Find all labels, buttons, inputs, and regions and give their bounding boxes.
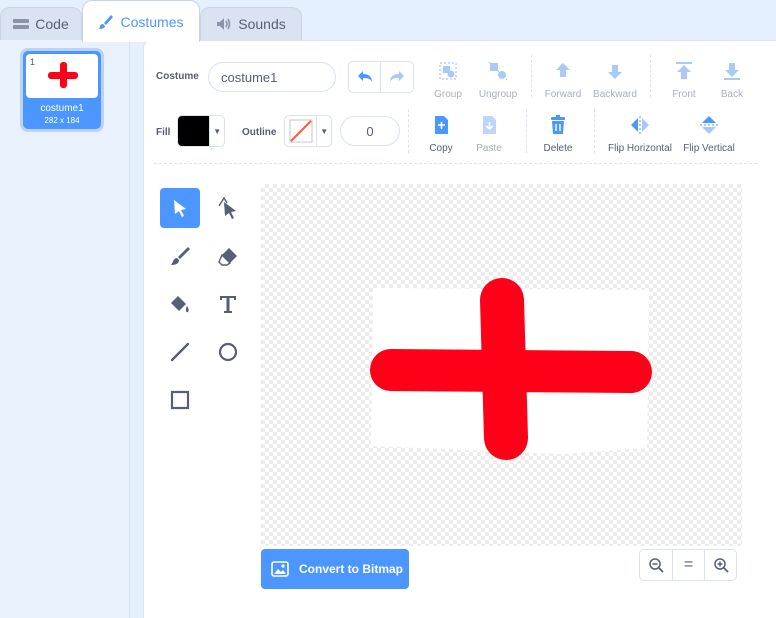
chevron-down-icon: ▼ xyxy=(316,116,331,146)
flip-horizontal-label: Flip Horizontal xyxy=(608,143,672,154)
divider xyxy=(594,109,595,153)
line-icon xyxy=(170,342,190,362)
divider xyxy=(650,55,651,97)
zoom-out-button[interactable] xyxy=(640,550,672,580)
tab-costumes-label: Costumes xyxy=(120,13,184,30)
group-icon xyxy=(436,59,460,83)
select-icon xyxy=(174,200,186,217)
flip-vertical-icon xyxy=(697,113,721,137)
flip-vertical-label: Flip Vertical xyxy=(683,143,735,154)
costume-label: Costume xyxy=(156,71,199,82)
rectangle-icon xyxy=(170,390,190,410)
tab-costumes[interactable]: Costumes xyxy=(82,0,200,42)
delete-button[interactable]: Delete xyxy=(526,113,590,154)
tab-sounds[interactable]: Sounds xyxy=(200,7,302,40)
brush-icon xyxy=(171,247,190,265)
toolbar-divider xyxy=(154,163,757,164)
zoom-reset-label: = xyxy=(683,556,694,573)
backward-icon xyxy=(603,59,627,83)
trash-icon xyxy=(546,113,570,137)
outline-color-picker[interactable]: ▼ xyxy=(284,115,332,147)
convert-to-bitmap-label: Convert to Bitmap xyxy=(299,562,404,576)
chevron-down-icon: ▼ xyxy=(209,116,224,146)
convert-to-bitmap-button[interactable]: Convert to Bitmap xyxy=(261,549,409,589)
brush-tab-icon xyxy=(99,14,114,29)
back-icon xyxy=(720,59,744,83)
tab-code[interactable]: Code xyxy=(0,7,82,40)
redo-icon xyxy=(390,71,404,82)
ungroup-button[interactable]: Ungroup xyxy=(466,59,530,100)
circle-icon xyxy=(218,342,238,362)
ungroup-icon xyxy=(486,59,510,83)
no-color-icon xyxy=(289,119,313,143)
tab-code-label: Code xyxy=(35,16,69,32)
brush-tool[interactable] xyxy=(160,236,200,276)
eraser-icon xyxy=(218,248,237,266)
costume-size-label: 282 x 184 xyxy=(44,116,80,125)
back-button[interactable]: Back xyxy=(700,59,764,100)
drawing-canvas[interactable] xyxy=(261,184,742,546)
forward-label: Forward xyxy=(544,89,582,100)
text-icon xyxy=(220,296,236,313)
costume-thumbnail[interactable]: 1 costume1 282 x 184 xyxy=(20,48,104,132)
costume-drawing xyxy=(370,278,652,460)
text-tool[interactable] xyxy=(208,284,248,324)
tab-bar: Code Costumes Sounds xyxy=(0,0,776,42)
outline-label: Outline xyxy=(242,127,277,138)
paste-label: Paste xyxy=(476,143,502,154)
rectangle-tool[interactable] xyxy=(160,380,200,420)
fill-icon xyxy=(171,296,189,313)
flip-horizontal-icon xyxy=(628,113,652,137)
speaker-icon xyxy=(217,18,231,30)
image-icon xyxy=(271,561,289,577)
backward-label: Backward xyxy=(593,89,637,100)
flip-horizontal-button[interactable]: Flip Horizontal xyxy=(605,113,675,154)
flip-vertical-button[interactable]: Flip Vertical xyxy=(677,113,741,154)
zoom-in-button[interactable] xyxy=(704,550,736,580)
zoom-in-icon xyxy=(713,558,729,573)
paint-editor: Costume costume1 Group Ungroup Forward B xyxy=(143,40,776,618)
select-tool[interactable] xyxy=(160,188,200,228)
fill-tool[interactable] xyxy=(160,284,200,324)
costume-name-input[interactable]: costume1 xyxy=(208,62,336,92)
front-label: Front xyxy=(672,89,696,100)
redo-button[interactable] xyxy=(381,62,413,92)
outline-width-input[interactable]: 0 xyxy=(340,116,400,146)
paste-icon xyxy=(477,113,501,137)
eraser-tool[interactable] xyxy=(208,236,248,276)
ungroup-label: Ungroup xyxy=(478,89,518,100)
undo-button[interactable] xyxy=(349,62,382,92)
fill-label: Fill xyxy=(156,127,171,138)
delete-label: Delete xyxy=(543,143,573,154)
undo-redo-group xyxy=(348,61,414,93)
paste-button[interactable]: Paste xyxy=(457,113,521,154)
front-icon xyxy=(672,59,696,83)
forward-icon xyxy=(551,59,575,83)
group-label: Group xyxy=(434,89,462,100)
zoom-out-icon xyxy=(649,558,664,573)
zoom-reset-button[interactable]: = xyxy=(671,550,704,580)
outline-swatch xyxy=(285,116,316,146)
costume-name-label: costume1 xyxy=(40,103,84,114)
code-icon xyxy=(13,19,30,29)
copy-label: Copy xyxy=(429,143,453,154)
fill-color-picker[interactable]: ▼ xyxy=(177,115,225,147)
line-tool[interactable] xyxy=(160,332,200,372)
costume-number: 1 xyxy=(30,57,36,67)
copy-icon xyxy=(429,113,453,137)
circle-tool[interactable] xyxy=(208,332,248,372)
backward-button[interactable]: Backward xyxy=(583,59,647,100)
fill-swatch xyxy=(178,116,210,146)
costume-preview-image xyxy=(48,62,78,88)
reshape-icon xyxy=(218,196,236,219)
costume-preview: 1 xyxy=(26,54,98,98)
zoom-controls: = xyxy=(639,549,737,581)
tab-sounds-label: Sounds xyxy=(238,16,286,32)
undo-icon xyxy=(357,71,372,82)
reshape-tool[interactable] xyxy=(208,188,248,228)
back-label: Back xyxy=(720,89,744,100)
costume-list: 1 costume1 282 x 184 xyxy=(0,40,130,618)
